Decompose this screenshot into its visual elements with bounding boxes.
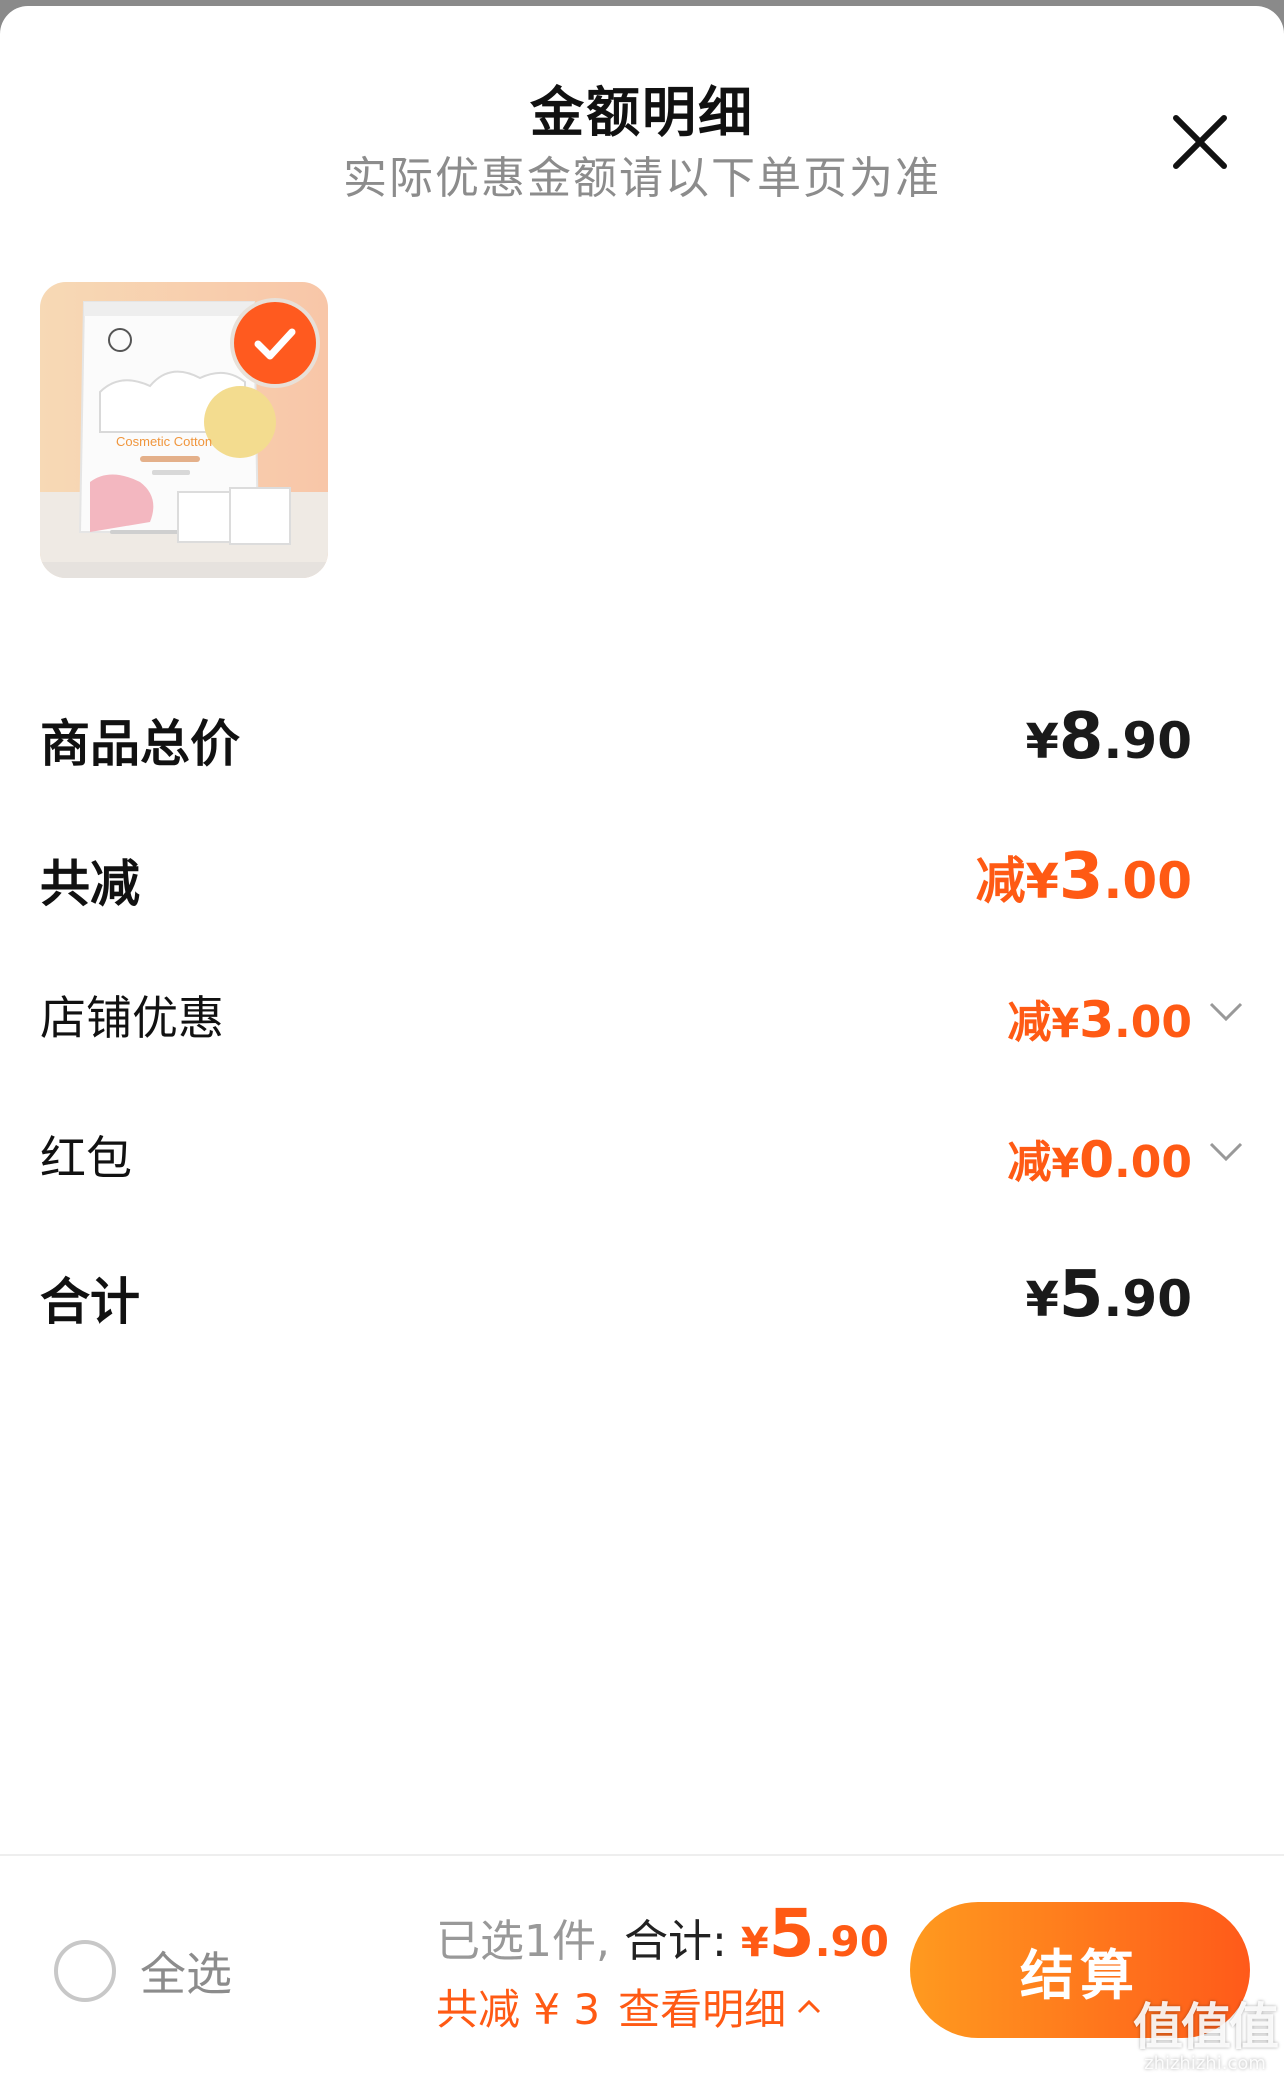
checkmark-icon [254,328,296,360]
total-discount-value: 减¥3.00 [975,840,1192,914]
view-detail-label: 查看明细 [618,1985,787,2034]
bottom-bar-divider [0,1854,1284,1856]
store-discount-label: 店铺优惠 [40,991,224,1045]
view-detail-link[interactable]: 共减 ¥ 3 查看明细 [436,1976,886,2037]
total-price-value: ¥8.90 [1025,700,1192,774]
red-packet-value: 减¥0.00 [1007,1131,1192,1189]
chevron-up-icon [798,1999,821,2013]
select-all-radio[interactable] [54,1940,116,2002]
store-discount-value: 减¥3.00 [1007,991,1192,1049]
summary-total-line: 已选1件, 合计: ¥5.90 [436,1895,889,1972]
sum-value: ¥5.90 [1025,1258,1192,1332]
chevron-down-icon[interactable] [1208,1000,1244,1024]
amount-detail-sheet: 金额明细 实际优惠金额请以下单页为准 Cosmetic Cotton 商品总价 … [0,6,1284,2077]
total-discount-label: 共减 [40,855,140,913]
summary-total-label: 合计: [623,1916,727,1967]
row-sum: 合计 ¥5.90 [40,1254,1244,1344]
product-selected-checkbox[interactable] [234,302,316,384]
red-packet-label: 红包 [40,1131,132,1185]
page-subtitle: 实际优惠金额请以下单页为准 [343,153,941,204]
chevron-down-icon[interactable] [1208,1140,1244,1164]
sum-label: 合计 [40,1273,140,1331]
site-watermark: 值值值 zhizhizhi.com [1133,1998,1279,2074]
row-store-discount[interactable]: 店铺优惠 减¥3.00 [40,978,1244,1058]
close-button[interactable] [1168,110,1232,174]
summary-total-amount: 5 [768,1895,815,1972]
row-total-discount: 共减 减¥3.00 [40,836,1244,926]
select-all-toggle[interactable]: 全选 [54,1936,232,2006]
row-total-price: 商品总价 ¥8.90 [40,696,1244,786]
row-red-packet[interactable]: 红包 减¥0.00 [40,1118,1244,1198]
summary-discount-text: 共减 ¥ 3 [436,1985,601,2034]
page-title: 金额明细 [530,81,754,144]
close-icon [1173,115,1227,169]
select-all-label: 全选 [140,1947,232,2001]
package-label-text: Cosmetic Cotton [116,434,212,449]
order-summary: 已选1件, 合计: ¥5.90 共减 ¥ 3 查看明细 [436,1895,889,2037]
total-price-label: 商品总价 [40,715,240,773]
selected-count-text: 已选1件, [436,1916,610,1967]
